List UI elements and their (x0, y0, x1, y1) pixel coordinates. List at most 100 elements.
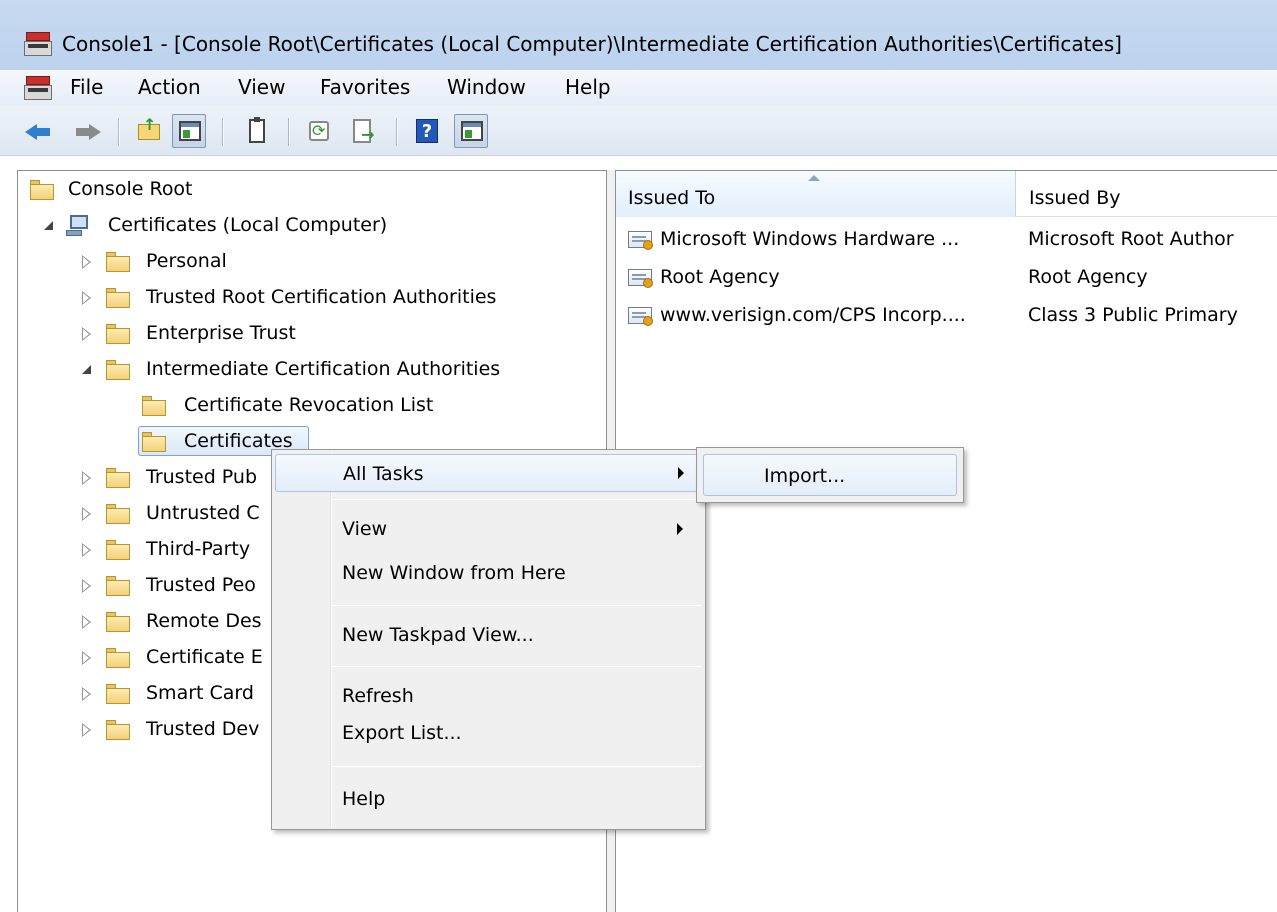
collapsed-arrow-icon[interactable] (82, 327, 91, 341)
menu-bar: File Action View Favorites Window Help (0, 70, 1277, 106)
tree-node-label: Trusted Peo (146, 574, 256, 596)
tree-node-trusted-people[interactable]: Trusted Peo (82, 570, 272, 602)
menu-favorites[interactable]: Favorites (320, 75, 410, 99)
menu-view[interactable]: View (238, 75, 285, 99)
cell-issued-to: Root Agency (660, 266, 780, 288)
tree-node-intermediate-ca[interactable]: Intermediate Certification Authorities (82, 354, 582, 386)
menu-item-import[interactable]: Import... (703, 454, 957, 496)
table-row[interactable]: Root Agency Root Agency (616, 261, 1277, 295)
menu-item-label: Export List... (342, 722, 462, 744)
show-hide-action-pane-icon[interactable] (454, 114, 488, 148)
table-row[interactable]: www.verisign.com/CPS Incorp.... Class 3 … (616, 299, 1277, 333)
folder-icon (106, 468, 130, 488)
menu-item-refresh[interactable]: Refresh (275, 673, 702, 711)
cell-issued-by: Class 3 Public Primary (1028, 304, 1238, 326)
tree-node-label: Untrusted C (146, 502, 260, 524)
menu-help[interactable]: Help (565, 75, 611, 99)
sort-ascending-icon (808, 175, 820, 181)
column-header-issued-to[interactable]: Issued To (616, 171, 1016, 217)
folder-icon (106, 720, 130, 740)
collapsed-arrow-icon[interactable] (82, 579, 91, 593)
folder-icon (106, 360, 130, 380)
folder-icon (106, 504, 130, 524)
show-hide-console-tree-icon[interactable] (172, 114, 206, 148)
help-icon[interactable]: ? (410, 114, 444, 148)
mmc-app-icon (24, 32, 52, 56)
menu-window[interactable]: Window (447, 75, 526, 99)
collapsed-arrow-icon[interactable] (82, 507, 91, 521)
menu-item-view[interactable]: View (275, 506, 702, 544)
export-list-icon[interactable] (346, 114, 380, 148)
tree-node-label: Trusted Dev (146, 718, 260, 740)
toolbar-separator (118, 118, 120, 146)
tree-node-label: Remote Des (146, 610, 262, 632)
menu-item-new-taskpad-view[interactable]: New Taskpad View... (275, 612, 702, 650)
expanded-arrow-icon[interactable] (44, 221, 53, 230)
tree-node-label: Trusted Root Certification Authorities (146, 286, 497, 308)
menu-item-export-list[interactable]: Export List... (275, 710, 702, 748)
tree-node-smart-card-trusted-roots[interactable]: Smart Card (82, 678, 272, 710)
title-bar: Console1 - [Console Root\Certificates (L… (0, 0, 1277, 70)
results-list-pane[interactable]: Issued To Issued By Microsoft Windows Ha… (615, 170, 1277, 912)
properties-icon[interactable] (240, 114, 274, 148)
menu-item-label: Help (342, 788, 386, 810)
toolbar-separator (396, 118, 398, 146)
tree-node-enterprise-trust[interactable]: Enterprise Trust (82, 318, 582, 350)
refresh-icon[interactable] (302, 114, 336, 148)
window-title: Console1 - [Console Root\Certificates (L… (62, 32, 1122, 56)
tree-node-certificate-revocation-list[interactable]: Certificate Revocation List (142, 390, 582, 422)
menu-separator (332, 499, 702, 500)
tree-node-remote-desktop[interactable]: Remote Des (82, 606, 272, 638)
collapsed-arrow-icon[interactable] (82, 471, 91, 485)
tree-node-label: Certificate E (146, 646, 263, 668)
collapsed-arrow-icon[interactable] (82, 615, 91, 629)
tree-node-label: Smart Card (146, 682, 254, 704)
table-row[interactable]: Microsoft Windows Hardware ... Microsoft… (616, 223, 1277, 257)
tree-node-certificates-local-computer[interactable]: Certificates (Local Computer) (44, 210, 464, 242)
menu-item-new-window-from-here[interactable]: New Window from Here (275, 550, 702, 588)
tree-node-trusted-devices[interactable]: Trusted Dev (82, 714, 272, 746)
cell-issued-to: Microsoft Windows Hardware ... (660, 228, 960, 250)
cell-issued-by: Root Agency (1028, 266, 1148, 288)
tree-node-untrusted-certificates[interactable]: Untrusted C (82, 498, 272, 530)
menu-item-label: Import... (764, 465, 846, 487)
up-folder-icon[interactable] (132, 114, 166, 148)
submenu-arrow-icon (677, 523, 683, 535)
menu-item-all-tasks[interactable]: All Tasks (275, 454, 702, 492)
forward-arrow-icon[interactable] (70, 114, 104, 148)
certificate-icon (628, 231, 654, 251)
folder-icon (142, 396, 166, 416)
back-arrow-icon[interactable] (22, 114, 56, 148)
tree-node-label: Third-Party (146, 538, 251, 560)
tree-node-trusted-publishers[interactable]: Trusted Pub (82, 462, 272, 494)
menu-file[interactable]: File (70, 75, 103, 99)
expanded-arrow-icon[interactable] (82, 365, 91, 374)
folder-icon (106, 648, 130, 668)
collapsed-arrow-icon[interactable] (82, 687, 91, 701)
tree-node-personal[interactable]: Personal (82, 246, 582, 278)
list-header: Issued To Issued By (616, 171, 1277, 217)
collapsed-arrow-icon[interactable] (82, 651, 91, 665)
collapsed-arrow-icon[interactable] (82, 255, 91, 269)
tree-node-label: Trusted Pub (146, 466, 258, 488)
system-menu-icon[interactable] (24, 76, 52, 100)
tree-node-console-root[interactable]: Console Root (30, 174, 330, 206)
context-menu: All Tasks View New Window from Here New … (271, 449, 706, 830)
tree-node-third-party-root[interactable]: Third-Party (82, 534, 272, 566)
collapsed-arrow-icon[interactable] (82, 291, 91, 305)
tree-node-trusted-root[interactable]: Trusted Root Certification Authorities (82, 282, 582, 314)
menu-item-help[interactable]: Help (275, 776, 702, 814)
collapsed-arrow-icon[interactable] (82, 723, 91, 737)
column-header-issued-by[interactable]: Issued By (1017, 171, 1277, 217)
menu-action[interactable]: Action (138, 75, 201, 99)
menu-item-label: View (342, 518, 388, 540)
cell-issued-to: www.verisign.com/CPS Incorp.... (660, 304, 966, 326)
collapsed-arrow-icon[interactable] (82, 543, 91, 557)
tree-node-certificate-enrollment[interactable]: Certificate E (82, 642, 272, 674)
menu-item-label: Refresh (342, 685, 414, 707)
tree-node-label: Personal (146, 250, 227, 272)
tree-node-label: Console Root (68, 178, 193, 200)
all-tasks-submenu: Import... (696, 447, 964, 503)
folder-icon (30, 180, 54, 200)
folder-icon (106, 540, 130, 560)
